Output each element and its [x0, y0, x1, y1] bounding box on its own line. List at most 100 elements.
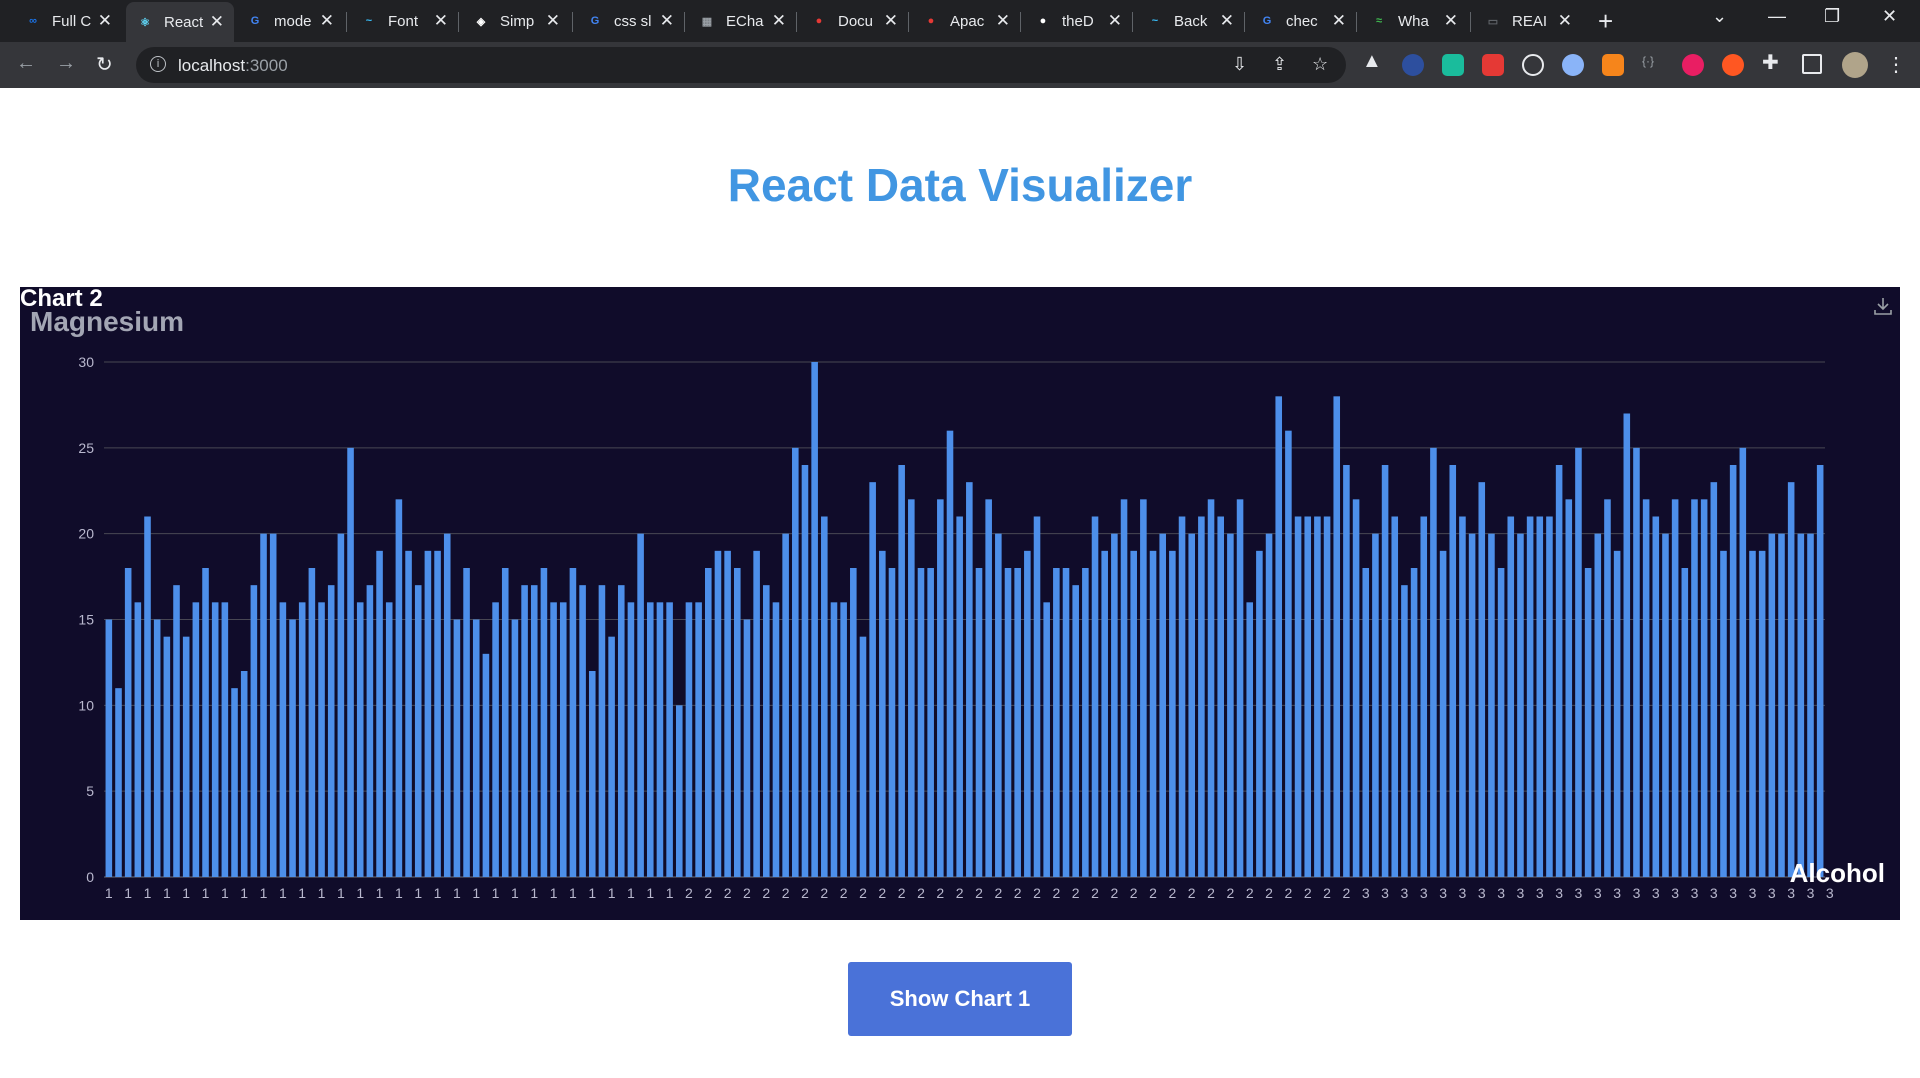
bar[interactable]: [240, 671, 248, 877]
side-panel-icon[interactable]: [1802, 54, 1822, 74]
bar[interactable]: [1575, 447, 1582, 877]
bar[interactable]: [530, 585, 538, 877]
show-chart-1-button[interactable]: Show Chart 1: [848, 962, 1072, 1036]
bar[interactable]: [501, 568, 509, 877]
bar[interactable]: [1217, 516, 1225, 878]
bar[interactable]: [1633, 447, 1640, 877]
bar[interactable]: [395, 499, 403, 877]
bar[interactable]: [540, 568, 548, 877]
bar[interactable]: [821, 516, 828, 878]
bar[interactable]: [1497, 568, 1505, 877]
bar[interactable]: [1555, 465, 1563, 877]
close-window-button[interactable]: ✕: [1882, 6, 1897, 27]
bar[interactable]: [1720, 550, 1727, 877]
bar[interactable]: [1526, 516, 1534, 878]
bar[interactable]: [579, 585, 586, 877]
browser-tab[interactable]: ∞ Full C ✕: [14, 6, 122, 36]
bar[interactable]: [1188, 533, 1195, 877]
bar[interactable]: [1401, 585, 1408, 877]
bar[interactable]: [1333, 396, 1341, 877]
bar[interactable]: [908, 499, 915, 877]
bar[interactable]: [627, 602, 635, 877]
bar[interactable]: [1710, 482, 1718, 877]
tab-close-icon[interactable]: ✕: [210, 12, 224, 32]
bar[interactable]: [1459, 516, 1466, 878]
bar[interactable]: [1488, 533, 1495, 877]
bar[interactable]: [1314, 516, 1321, 878]
bar[interactable]: [1072, 585, 1079, 877]
extension-target-icon[interactable]: [1522, 54, 1544, 76]
bar[interactable]: [492, 602, 499, 877]
bar[interactable]: [995, 533, 1002, 877]
bar[interactable]: [1681, 568, 1689, 877]
bar[interactable]: [1517, 533, 1524, 877]
browser-menu-icon[interactable]: ⋮: [1886, 52, 1906, 77]
browser-tab[interactable]: ▭ REAI ✕: [1474, 6, 1582, 36]
bar[interactable]: [366, 585, 374, 877]
bar[interactable]: [463, 568, 470, 877]
bar[interactable]: [714, 550, 722, 877]
bar[interactable]: [1004, 568, 1012, 877]
bar[interactable]: [1294, 516, 1302, 878]
new-tab-button[interactable]: +: [1598, 8, 1613, 34]
bar[interactable]: [472, 619, 480, 878]
bar[interactable]: [1700, 499, 1708, 877]
bar[interactable]: [1178, 516, 1186, 878]
bar[interactable]: [173, 585, 180, 877]
tab-close-icon[interactable]: ✕: [1332, 11, 1346, 31]
bar[interactable]: [975, 568, 983, 877]
extension-fox-icon[interactable]: [1602, 54, 1624, 76]
extensions-puzzle-icon[interactable]: ✚: [1762, 50, 1784, 74]
bar[interactable]: [260, 533, 267, 877]
bar[interactable]: [1478, 482, 1486, 877]
bar[interactable]: [985, 499, 992, 877]
bar[interactable]: [1787, 482, 1795, 877]
bar[interactable]: [695, 602, 702, 877]
bar[interactable]: [763, 585, 770, 877]
bar[interactable]: [608, 636, 615, 877]
bar[interactable]: [1758, 550, 1766, 877]
bar[interactable]: [289, 619, 296, 878]
bar[interactable]: [869, 482, 876, 877]
bar[interactable]: [1227, 533, 1234, 877]
bar[interactable]: [182, 636, 190, 877]
browser-tab[interactable]: ◈ Simp ✕: [462, 6, 570, 36]
bar[interactable]: [1343, 465, 1350, 877]
bar[interactable]: [946, 430, 954, 877]
bar[interactable]: [569, 568, 577, 877]
bar[interactable]: [1546, 516, 1553, 878]
bar[interactable]: [414, 585, 422, 877]
bar[interactable]: [192, 602, 200, 877]
bar[interactable]: [327, 585, 335, 877]
bar[interactable]: [559, 602, 567, 877]
browser-tab[interactable]: ~ Font ✕: [350, 6, 458, 36]
bar[interactable]: [521, 585, 528, 877]
bar[interactable]: [734, 568, 741, 877]
bar[interactable]: [1256, 550, 1263, 877]
bar[interactable]: [318, 602, 325, 877]
bar[interactable]: [1420, 516, 1428, 878]
bar[interactable]: [144, 516, 151, 878]
bar[interactable]: [424, 550, 432, 877]
bar[interactable]: [917, 568, 925, 877]
bar[interactable]: [550, 602, 557, 877]
browser-tab[interactable]: Gcss sl ✕: [576, 6, 684, 36]
bar[interactable]: [1140, 499, 1147, 877]
bar[interactable]: [1101, 550, 1108, 877]
tab-close-icon[interactable]: ✕: [1220, 11, 1234, 31]
tab-close-icon[interactable]: ✕: [884, 11, 898, 31]
bar[interactable]: [598, 585, 606, 877]
bar[interactable]: [356, 602, 364, 877]
tab-close-icon[interactable]: ✕: [1558, 11, 1572, 31]
bar[interactable]: [1372, 533, 1379, 877]
bookmark-star-icon[interactable]: ☆: [1312, 54, 1328, 75]
bar[interactable]: [1391, 516, 1399, 878]
tab-close-icon[interactable]: ✕: [320, 11, 334, 31]
bar[interactable]: [1729, 465, 1737, 877]
browser-tab[interactable]: ● Apac ✕: [912, 6, 1020, 36]
forward-arrow-icon[interactable]: →: [56, 52, 76, 75]
bar[interactable]: [1236, 499, 1244, 877]
bar[interactable]: [801, 465, 809, 877]
bar[interactable]: [105, 619, 113, 878]
bar[interactable]: [1449, 465, 1457, 877]
